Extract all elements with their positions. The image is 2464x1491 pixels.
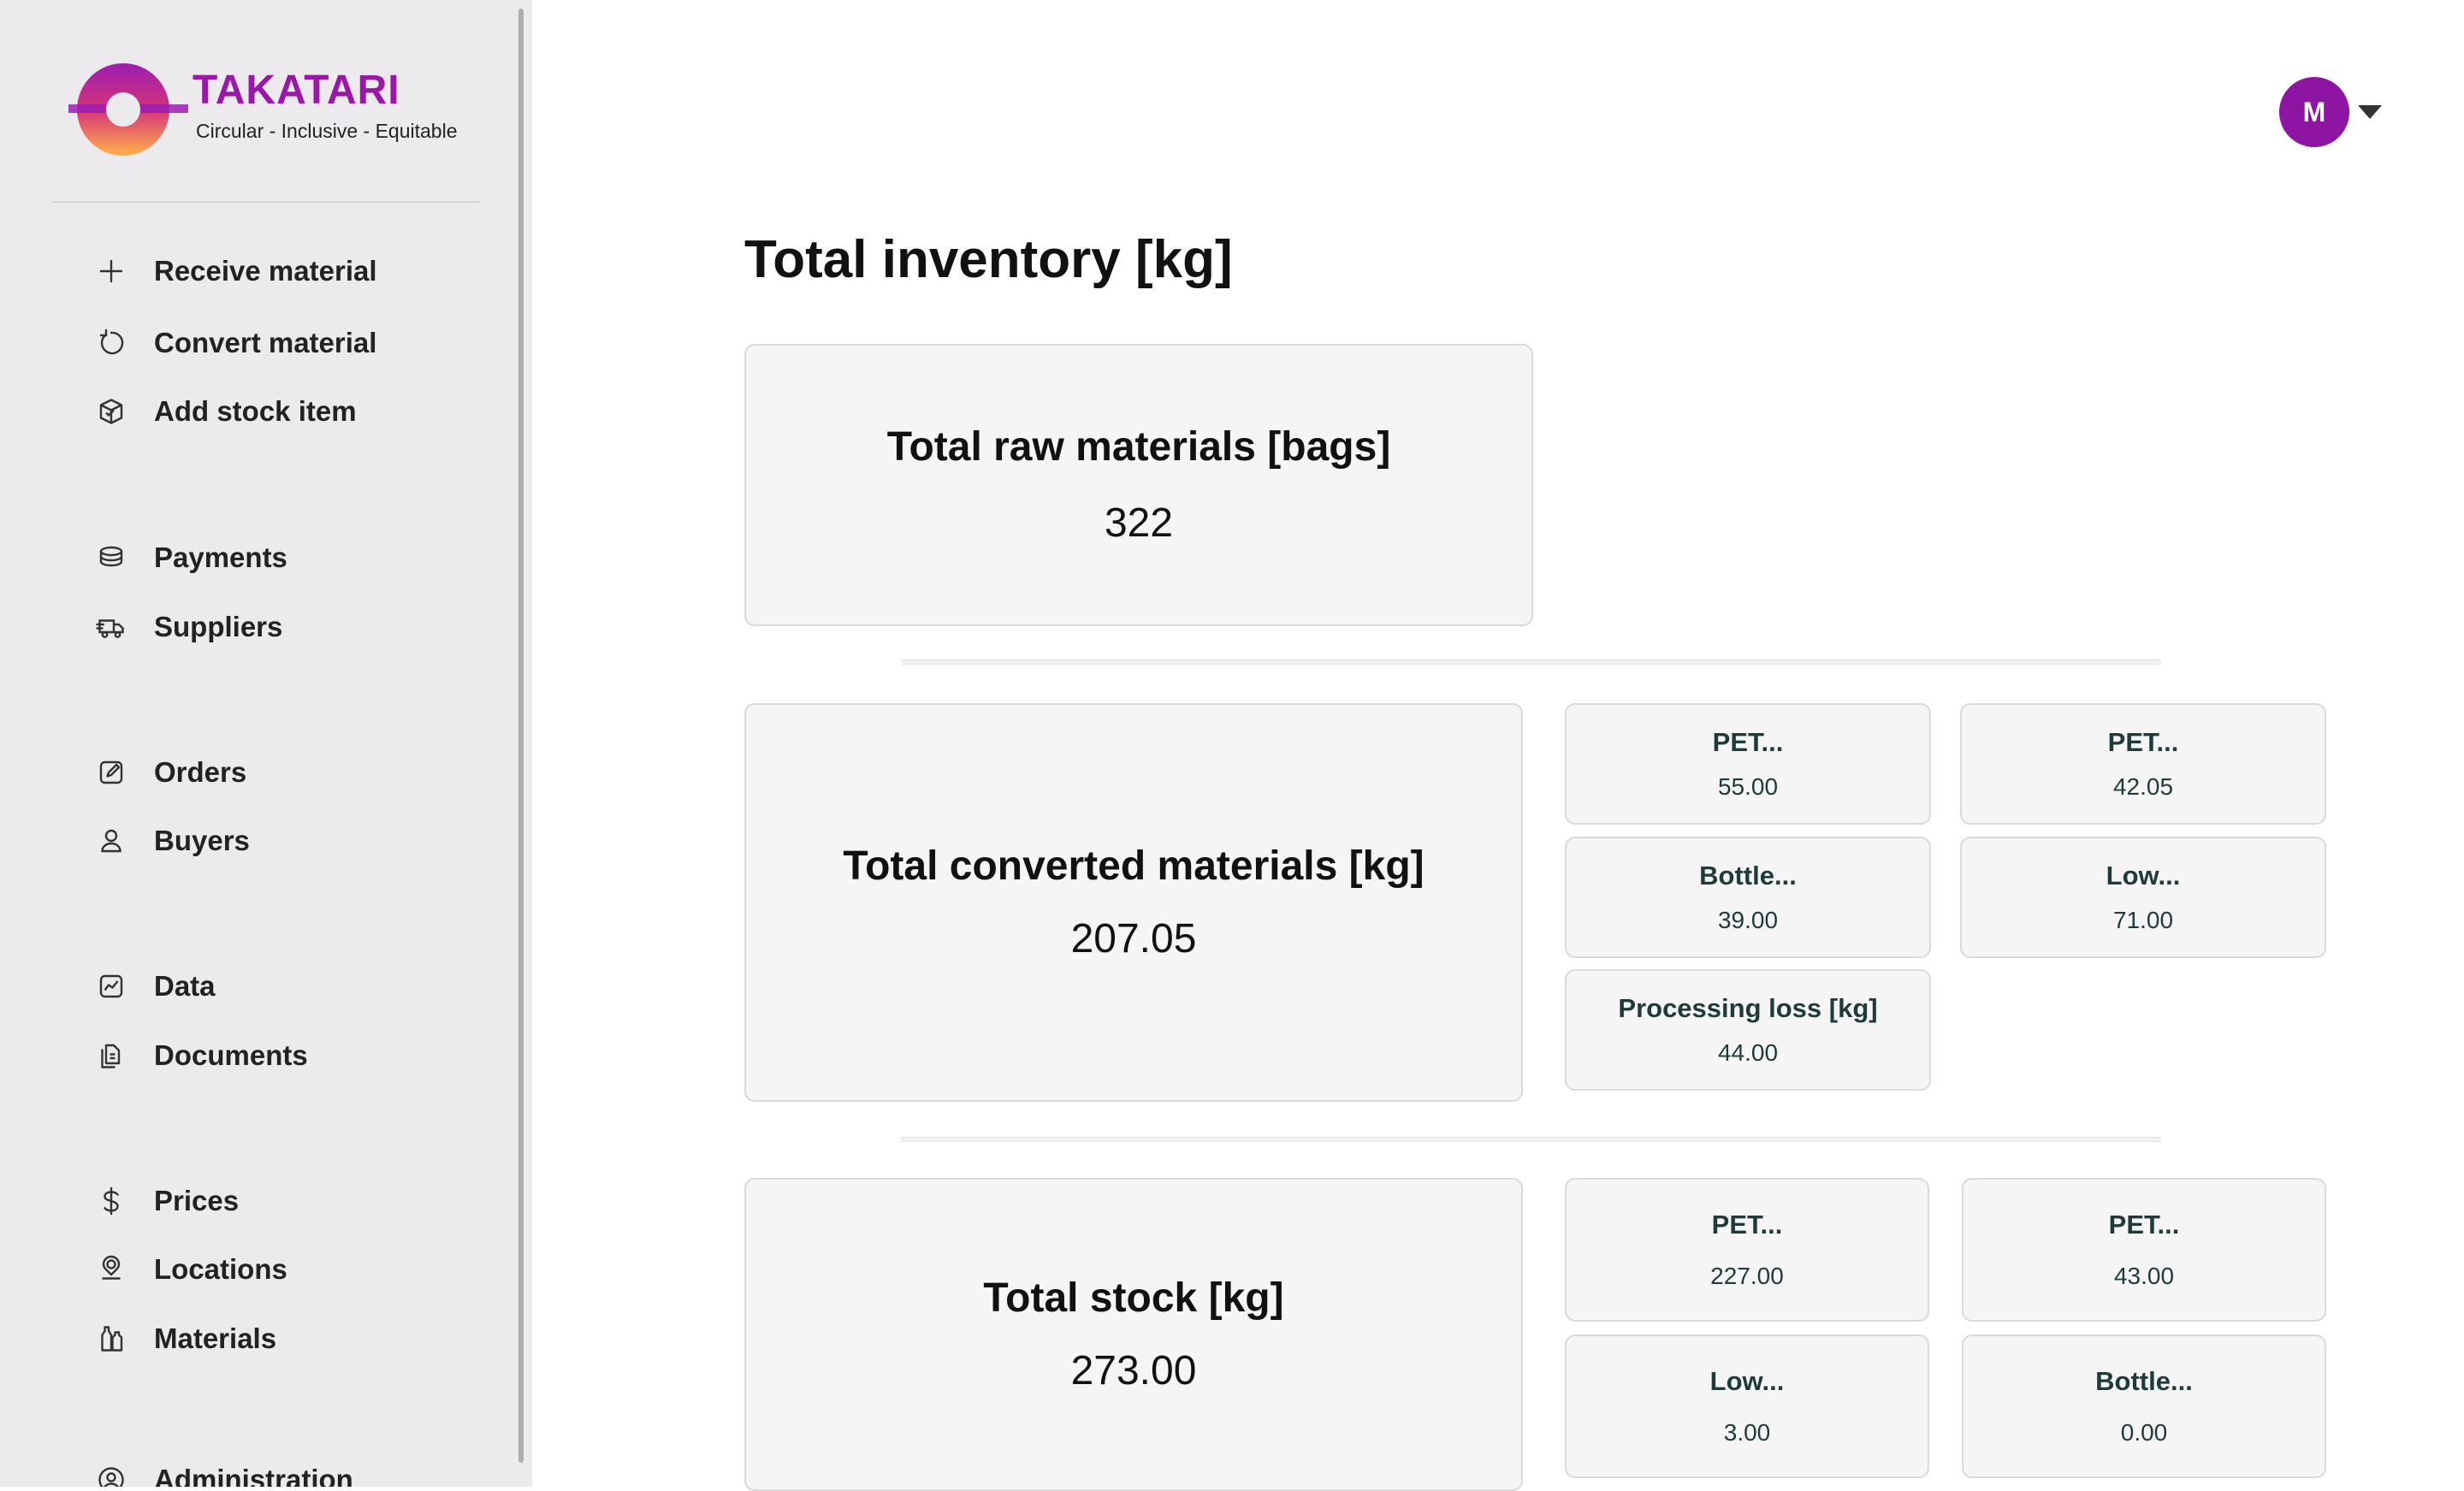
converted-item-card[interactable]: Bottle... 39.00 <box>1565 837 1931 958</box>
sidebar-item-buyers[interactable]: Buyers <box>92 815 495 867</box>
sidebar-item-label: Administration <box>154 1464 353 1487</box>
sidebar-item-suppliers[interactable]: Suppliers <box>92 601 495 653</box>
item-label: PET... <box>2108 1210 2180 1240</box>
sidebar-item-data[interactable]: Data <box>92 961 495 1012</box>
stock-item-card[interactable]: Low... 3.00 <box>1565 1334 1929 1478</box>
sidebar-item-convert-material[interactable]: Convert material <box>92 317 495 369</box>
takatari-logo[interactable] <box>68 60 188 159</box>
processing-loss-card[interactable]: Processing loss [kg] 44.00 <box>1565 969 1931 1091</box>
sidebar-item-label: Locations <box>154 1253 287 1285</box>
sidebar-item-add-stock-item[interactable]: Add stock item <box>92 386 495 437</box>
converted-item-card[interactable]: Low... 71.00 <box>1960 837 2326 958</box>
edit-icon <box>92 754 130 791</box>
sidebar-scrollbar[interactable] <box>518 9 524 1463</box>
item-value: 55.00 <box>1717 773 1779 800</box>
location-icon <box>92 1251 130 1288</box>
sidebar-item-label: Suppliers <box>154 611 283 642</box>
card-title: Total stock [kg] <box>983 1275 1284 1321</box>
converted-item-card[interactable]: PET... 55.00 <box>1565 703 1931 825</box>
sidebar-item-documents[interactable]: Documents <box>92 1030 495 1081</box>
card-value: 322 <box>1104 500 1174 546</box>
card-title: Total converted materials [kg] <box>843 843 1424 889</box>
item-label: Bottle... <box>2095 1366 2193 1396</box>
sidebar-item-label: Materials <box>154 1322 277 1354</box>
truck-icon <box>92 608 130 646</box>
item-label: Bottle... <box>1699 861 1797 890</box>
sidebar-item-label: Add stock item <box>154 395 357 427</box>
admin-icon <box>92 1461 130 1487</box>
sidebar-item-materials[interactable]: Materials <box>92 1313 495 1364</box>
brand-name: TAKATARI <box>192 68 400 113</box>
item-label: Low... <box>1709 1366 1785 1396</box>
box-icon <box>92 393 130 430</box>
item-value: 39.00 <box>1717 907 1779 933</box>
sidebar: TAKATARI Circular - Inclusive - Equitabl… <box>0 0 532 1487</box>
card-title: Total raw materials [bags] <box>886 424 1391 470</box>
brand-tagline: Circular - Inclusive - Equitable <box>196 120 458 142</box>
stock-item-card[interactable]: PET... 227.00 <box>1565 1178 1929 1322</box>
total-stock-card: Total stock [kg] 273.00 <box>744 1178 1523 1491</box>
section-divider <box>902 1137 2161 1142</box>
chevron-down-icon[interactable] <box>2358 105 2382 119</box>
stock-item-card[interactable]: Bottle... 0.00 <box>1962 1334 2326 1478</box>
sidebar-item-label: Convert material <box>154 327 377 358</box>
dollar-icon <box>92 1182 130 1220</box>
sidebar-item-label: Prices <box>154 1185 240 1216</box>
sidebar-divider <box>53 201 481 203</box>
sidebar-item-receive-material[interactable]: Receive material <box>92 246 495 297</box>
item-label: PET... <box>2107 727 2179 757</box>
item-value: 43.00 <box>2113 1263 2175 1289</box>
section-divider <box>902 660 2161 665</box>
user-avatar[interactable]: M <box>2279 77 2349 147</box>
sidebar-item-payments[interactable]: Payments <box>92 532 495 583</box>
item-value: 71.00 <box>2112 907 2174 933</box>
plus-icon <box>92 252 130 290</box>
converted-materials-card: Total converted materials [kg] 207.05 <box>744 703 1523 1102</box>
item-label: PET... <box>1711 1210 1783 1240</box>
sidebar-item-label: Buyers <box>154 825 250 856</box>
sidebar-item-locations[interactable]: Locations <box>92 1244 495 1295</box>
sidebar-item-prices[interactable]: Prices <box>92 1175 495 1227</box>
sidebar-item-label: Orders <box>154 756 247 788</box>
sidebar-item-label: Data <box>154 970 216 1002</box>
item-value: 44.00 <box>1717 1039 1779 1066</box>
coins-icon <box>92 539 130 577</box>
chart-icon <box>92 967 130 1005</box>
refresh-icon <box>92 324 130 362</box>
card-value: 273.00 <box>1070 1348 1197 1393</box>
item-label: Low... <box>2106 861 2181 890</box>
documents-icon <box>92 1037 130 1074</box>
sidebar-item-orders[interactable]: Orders <box>92 747 495 798</box>
item-label: PET... <box>1712 727 1784 757</box>
sidebar-item-label: Documents <box>154 1039 308 1071</box>
item-value: 227.00 <box>1710 1263 1784 1289</box>
raw-materials-card: Total raw materials [bags] 322 <box>744 344 1533 626</box>
item-label: Processing loss [kg] <box>1618 993 1878 1023</box>
sidebar-item-label: Receive material <box>154 255 377 287</box>
bottles-icon <box>92 1320 130 1358</box>
item-value: 42.05 <box>2112 773 2174 800</box>
page-title: Total inventory [kg] <box>744 230 1233 289</box>
item-value: 3.00 <box>1723 1419 1771 1446</box>
sidebar-item-label: Payments <box>154 541 287 573</box>
stock-item-card[interactable]: PET... 43.00 <box>1962 1178 2326 1322</box>
sidebar-item-administration[interactable]: Administration <box>92 1454 495 1487</box>
logo-mark-icon <box>68 63 188 156</box>
card-value: 207.05 <box>1070 916 1197 961</box>
item-value: 0.00 <box>2120 1419 2168 1446</box>
converted-item-card[interactable]: PET... 42.05 <box>1960 703 2326 825</box>
user-icon <box>92 822 130 860</box>
